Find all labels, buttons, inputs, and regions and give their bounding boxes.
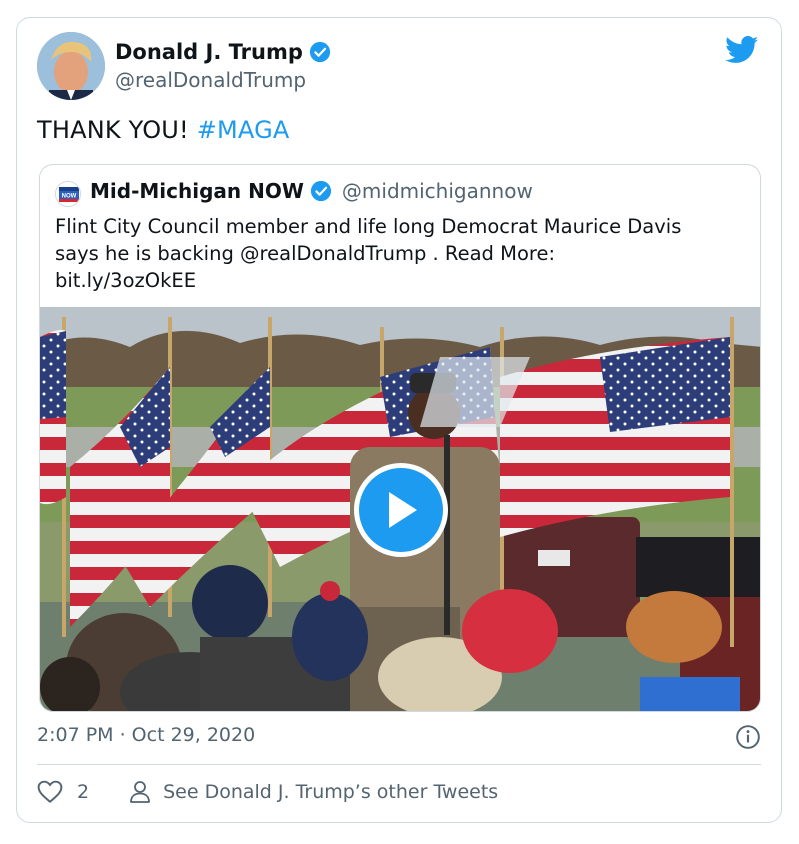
quoted-text-line: Flint City Council member and life long … [55, 215, 682, 238]
verified-badge-icon [310, 180, 331, 202]
embedded-tweet-card: Donald J. Trump @realDonaldTrump THANK Y… [16, 17, 782, 823]
twitter-bird-icon[interactable] [725, 36, 759, 64]
quoted-author-handle: @midmichigannow [341, 179, 533, 203]
hashtag-link[interactable]: #MAGA [197, 116, 290, 144]
divider [37, 764, 761, 765]
quoted-tweet-text: Flint City Council member and life long … [55, 213, 745, 294]
quoted-logo-text: NOW [62, 194, 77, 200]
like-button[interactable]: 2 [37, 780, 89, 804]
tweet-timestamp[interactable]: 2:07 PM · Oct 29, 2020 [37, 724, 255, 746]
quoted-link[interactable]: bit.ly/3ozOkEE [55, 267, 745, 294]
author-name[interactable]: Donald J. Trump [115, 40, 303, 64]
heart-icon [37, 780, 63, 803]
tweet-text: THANK YOU! #MAGA [37, 116, 290, 144]
author-handle[interactable]: @realDonaldTrump [115, 68, 306, 92]
quoted-author-avatar: NOW [55, 181, 81, 207]
quoted-tweet[interactable]: NOW Mid-Michigan NOW @midmichigannow Fli… [39, 164, 761, 712]
author-name-row: Donald J. Trump [115, 40, 331, 64]
video-thumbnail[interactable] [40, 307, 760, 711]
quoted-header: Mid-Michigan NOW @midmichigannow [90, 179, 533, 203]
see-other-tweets-label: See Donald J. Trump’s other Tweets [163, 781, 499, 803]
quoted-author-name: Mid-Michigan NOW [90, 179, 304, 203]
tweet-actions: 2 See Donald J. Trump’s other Tweets [37, 780, 498, 804]
quoted-text-line: says he is backing @realDonaldTrump . Re… [55, 242, 556, 265]
like-count: 2 [77, 781, 90, 803]
author-avatar[interactable] [37, 32, 105, 100]
verified-badge-icon [309, 41, 330, 63]
play-icon [389, 492, 417, 528]
play-button[interactable] [354, 463, 448, 557]
see-other-tweets-link[interactable]: See Donald J. Trump’s other Tweets [129, 780, 498, 804]
person-icon [130, 781, 150, 803]
info-icon[interactable] [735, 724, 761, 750]
tweet-text-main: THANK YOU! [37, 116, 189, 144]
